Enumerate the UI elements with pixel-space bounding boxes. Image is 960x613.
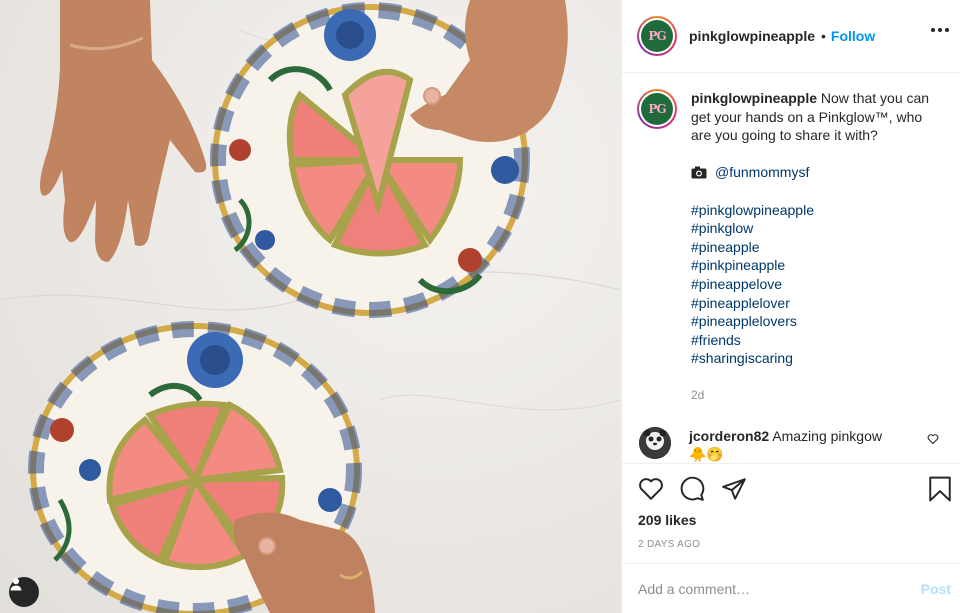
photo-credit: @funmommysf [691, 163, 945, 182]
camera-icon [691, 166, 707, 179]
user-tag-icon [10, 578, 22, 591]
comment-avatar[interactable] [639, 426, 671, 459]
pineapple-plates-image [0, 0, 621, 613]
hashtag[interactable]: #pineapplelovers [691, 312, 945, 331]
comments-list[interactable]: PG pinkglowpineapple Now that you can ge… [622, 73, 960, 463]
caption-avatar[interactable]: PG [637, 89, 677, 129]
avatar-initials: PG [641, 20, 673, 52]
hashtag[interactable]: #sharingiscaring [691, 349, 945, 368]
hashtag[interactable]: #pineappelove [691, 275, 945, 294]
post-photo[interactable] [0, 0, 621, 613]
credit-mention[interactable]: @funmommysf [715, 163, 809, 182]
hashtag[interactable]: #pinkglowpineapple [691, 201, 945, 220]
caption-username[interactable]: pinkglowpineapple [691, 90, 817, 106]
add-comment-bar: Post [622, 563, 960, 613]
comment-text: Amazing pinkgow [772, 427, 882, 444]
paper-plane-icon[interactable] [721, 476, 747, 502]
comment-emoji: 🐥🤭 [689, 445, 724, 462]
left-hand [40, 0, 207, 262]
hashtag[interactable]: #pineapple [691, 238, 945, 257]
hashtag[interactable]: #friends [691, 331, 945, 350]
hashtag[interactable]: #pinkpineapple [691, 256, 945, 275]
comment-bubble-icon[interactable] [679, 476, 705, 502]
header-separator: • [821, 28, 826, 44]
post-time-ago[interactable]: 2 DAYS AGO [638, 539, 700, 550]
action-bar: 209 likes 2 DAYS AGO [622, 463, 960, 563]
hashtag[interactable]: #pinkglow [691, 219, 945, 238]
header-username[interactable]: pinkglowpineapple [689, 28, 815, 44]
hashtag[interactable]: #pineapplelover [691, 294, 945, 313]
post-header: PG pinkglowpineapple • Follow [622, 0, 960, 73]
comment-input[interactable] [638, 580, 921, 597]
follow-button[interactable]: Follow [831, 28, 875, 44]
hashtag-list: #pinkglowpineapple #pinkglow #pineapple … [691, 201, 945, 368]
comment-username[interactable]: jcorderon82 [689, 428, 769, 444]
avatar[interactable]: PG [637, 16, 677, 56]
caption-avatar-initials: PG [641, 93, 673, 125]
comment-heart-icon[interactable] [927, 433, 939, 445]
caption-timestamp[interactable]: 2d [691, 386, 945, 405]
post-side-panel: PG pinkglowpineapple • Follow PG pinkglo… [621, 0, 960, 613]
likes-count[interactable]: 209 likes [638, 512, 696, 528]
more-options-icon[interactable] [931, 28, 949, 32]
post-comment-button[interactable]: Post [921, 581, 951, 597]
caption: PG pinkglowpineapple Now that you can ge… [637, 89, 945, 405]
bookmark-icon[interactable] [928, 476, 952, 502]
user-tags-button[interactable] [9, 577, 39, 607]
heart-icon[interactable] [638, 476, 664, 502]
comment-item: jcorderon82 Amazing pinkgow 🐥🤭 [637, 426, 945, 463]
